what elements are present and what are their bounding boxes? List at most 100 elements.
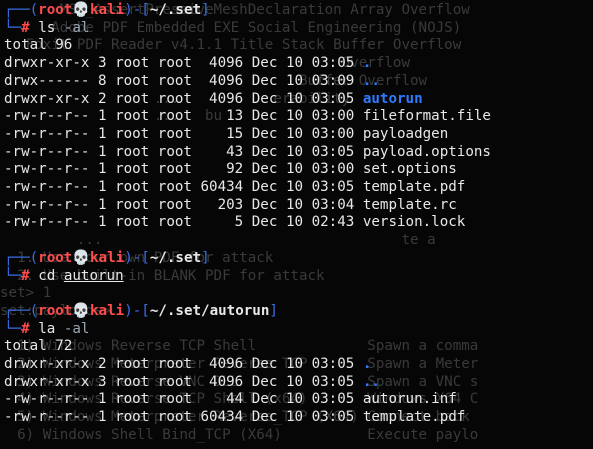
- month: Dec: [251, 143, 278, 160]
- group: root: [157, 196, 192, 213]
- owner: root: [115, 214, 150, 231]
- link-count: 8: [97, 72, 107, 89]
- month: Dec: [251, 55, 278, 72]
- group: root: [157, 143, 192, 160]
- terminal-window[interactable]: MSF_AssertPressiveMeshDeclaration Array …: [0, 0, 593, 449]
- file-name: template.rc: [362, 196, 457, 213]
- prompt-frame: ┌──(: [4, 2, 39, 18]
- skull-icon: 💀: [72, 2, 91, 18]
- command-name: la: [38, 320, 56, 337]
- link-count: 1: [97, 108, 107, 125]
- group: root: [157, 55, 192, 72]
- file-size: 4096: [200, 356, 244, 372]
- permissions: -rw-r--r--: [4, 108, 90, 125]
- command-line: └─# cd autorun: [4, 268, 124, 286]
- day: 10: [285, 161, 304, 178]
- permissions: -rw-r--r--: [4, 214, 90, 231]
- day: 10: [285, 409, 304, 426]
- permissions: drwxr-xr-x: [4, 373, 90, 390]
- day: 10: [285, 391, 304, 408]
- link-count: 3: [97, 373, 107, 390]
- file-size: 92: [200, 161, 244, 178]
- skull-icon: 💀: [72, 302, 91, 319]
- link-count: 1: [97, 214, 107, 231]
- prompt-frame: )-[: [124, 2, 150, 18]
- file-size: 43: [200, 143, 244, 160]
- directory-name: .: [362, 356, 372, 372]
- prompt-host: kali: [90, 249, 125, 266]
- permissions: -rw-r--r--: [4, 161, 90, 178]
- link-count: 3: [97, 55, 107, 72]
- file-size: 4096: [200, 373, 244, 390]
- day: 10: [285, 72, 304, 89]
- listing-row: -rw-r--r-- 1 root root 5 Dec 10 02:43 ve…: [4, 214, 465, 232]
- directory-name: .: [362, 55, 372, 72]
- prompt-header-line: ┌──(root💀kali)-[~/.set/autorun]: [4, 303, 278, 321]
- link-count: 2: [97, 356, 107, 372]
- time: 02:43: [311, 214, 355, 231]
- command-name: cd: [38, 267, 56, 284]
- file-size: 60434: [200, 179, 244, 195]
- file-size: 15: [200, 125, 244, 142]
- file-size: 203: [200, 196, 244, 213]
- permissions: -rw-r--r--: [4, 391, 90, 408]
- day: 10: [285, 373, 304, 390]
- day: 10: [285, 90, 304, 107]
- month: Dec: [251, 196, 278, 213]
- file-name: payloadgen: [362, 125, 449, 142]
- month: Dec: [251, 161, 278, 178]
- file-name: template.pdf: [362, 409, 466, 426]
- prompt-frame: )-[: [124, 249, 150, 266]
- file-size: 44: [200, 391, 244, 408]
- file-name: template.pdf: [362, 179, 466, 195]
- link-count: 2: [97, 90, 107, 107]
- permissions: -rw-r--r--: [4, 196, 90, 213]
- time: 03:05: [311, 391, 355, 408]
- link-count: 1: [97, 179, 107, 195]
- owner: root: [115, 391, 150, 408]
- prompt-header-line: ┌──(root💀kali)-[~/.set]: [4, 250, 210, 268]
- file-name: autorun.inf: [362, 391, 457, 408]
- month: Dec: [251, 72, 278, 89]
- skull-icon: 💀: [72, 249, 91, 266]
- link-count: 1: [97, 125, 107, 142]
